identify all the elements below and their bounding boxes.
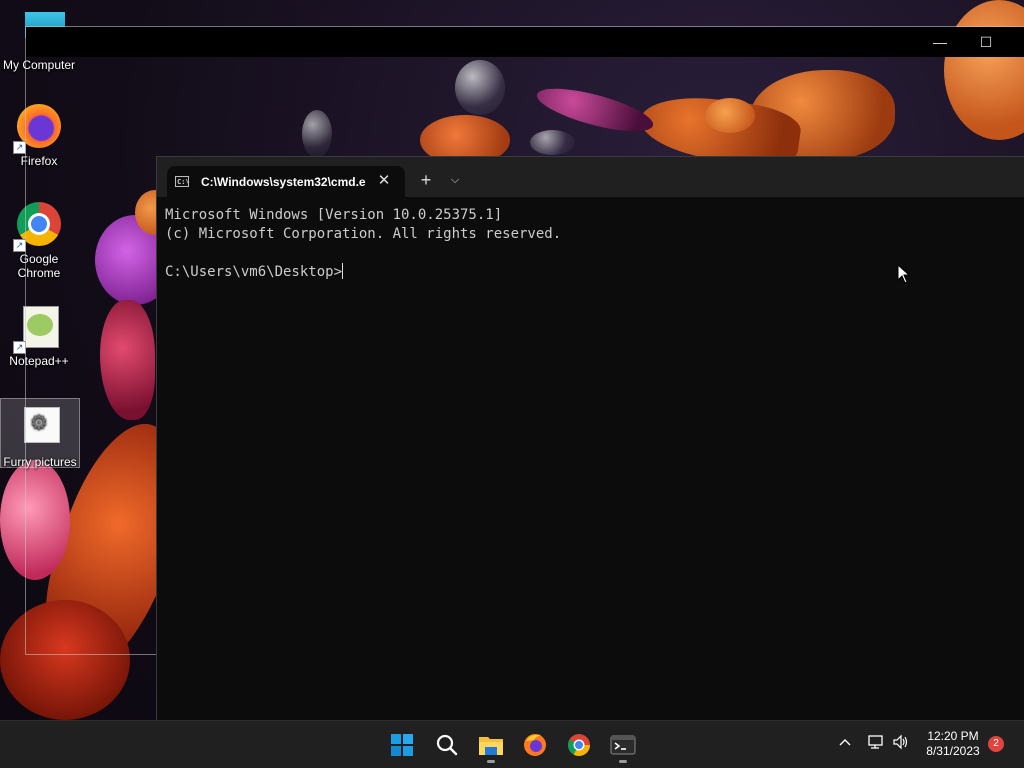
terminal-tab-bar: C:\ C:\Windows\system32\cmd.exe ✕ + ⌵: [157, 157, 1024, 197]
notification-badge[interactable]: 2: [988, 736, 1004, 752]
running-indicator: [619, 760, 627, 763]
window-titlebar[interactable]: — ☐: [26, 27, 1024, 57]
tab-title: C:\Windows\system32\cmd.exe: [201, 175, 366, 189]
console-prompt-line: C:\Users\vm6\Desktop>: [165, 263, 561, 282]
cmd-icon: C:\: [175, 176, 190, 187]
new-tab-button[interactable]: +: [416, 170, 436, 190]
maximize-button[interactable]: ☐: [963, 27, 1009, 57]
speaker-icon: [893, 734, 908, 750]
minimize-button[interactable]: —: [917, 27, 963, 57]
volume-button[interactable]: [891, 734, 911, 753]
console-line: Microsoft Windows [Version 10.0.25375.1]: [165, 207, 503, 223]
chrome-taskbar-button[interactable]: [561, 727, 597, 763]
console-line: (c) Microsoft Corporation. All rights re…: [165, 226, 562, 242]
search-button[interactable]: [429, 727, 465, 763]
mouse-pointer-icon: [897, 264, 911, 284]
chevron-up-icon: [839, 739, 851, 746]
network-button[interactable]: [866, 734, 886, 753]
terminal-taskbar-button[interactable]: [605, 727, 641, 763]
folder-icon: [479, 737, 503, 755]
terminal-tab[interactable]: C:\ C:\Windows\system32\cmd.exe ✕: [167, 166, 405, 197]
show-hidden-icons-button[interactable]: [836, 734, 854, 750]
clock-time: 12:20 PM: [927, 729, 979, 743]
clock-date: 8/31/2023: [926, 744, 980, 758]
search-icon: [436, 734, 458, 756]
windows-logo-icon: [391, 734, 413, 756]
tab-dropdown-button[interactable]: ⌵: [446, 170, 464, 190]
file-explorer-button[interactable]: [473, 727, 509, 763]
terminal-output[interactable]: Microsoft Windows [Version 10.0.25375.1]…: [165, 206, 561, 282]
terminal-icon: [610, 735, 636, 755]
tab-close-button[interactable]: ✕: [375, 172, 393, 190]
start-button[interactable]: [384, 727, 420, 763]
firefox-taskbar-button[interactable]: [517, 727, 553, 763]
chrome-icon: [568, 734, 590, 756]
text-cursor: [342, 263, 344, 279]
terminal-window[interactable]: C:\ C:\Windows\system32\cmd.exe ✕ + ⌵ Mi…: [156, 156, 1024, 721]
console-prompt: C:\Users\vm6\Desktop>: [165, 264, 343, 280]
running-indicator: [487, 760, 495, 763]
clock[interactable]: 12:20 PM 8/31/2023: [918, 729, 988, 759]
firefox-icon: [524, 734, 546, 756]
network-icon: [868, 735, 883, 749]
